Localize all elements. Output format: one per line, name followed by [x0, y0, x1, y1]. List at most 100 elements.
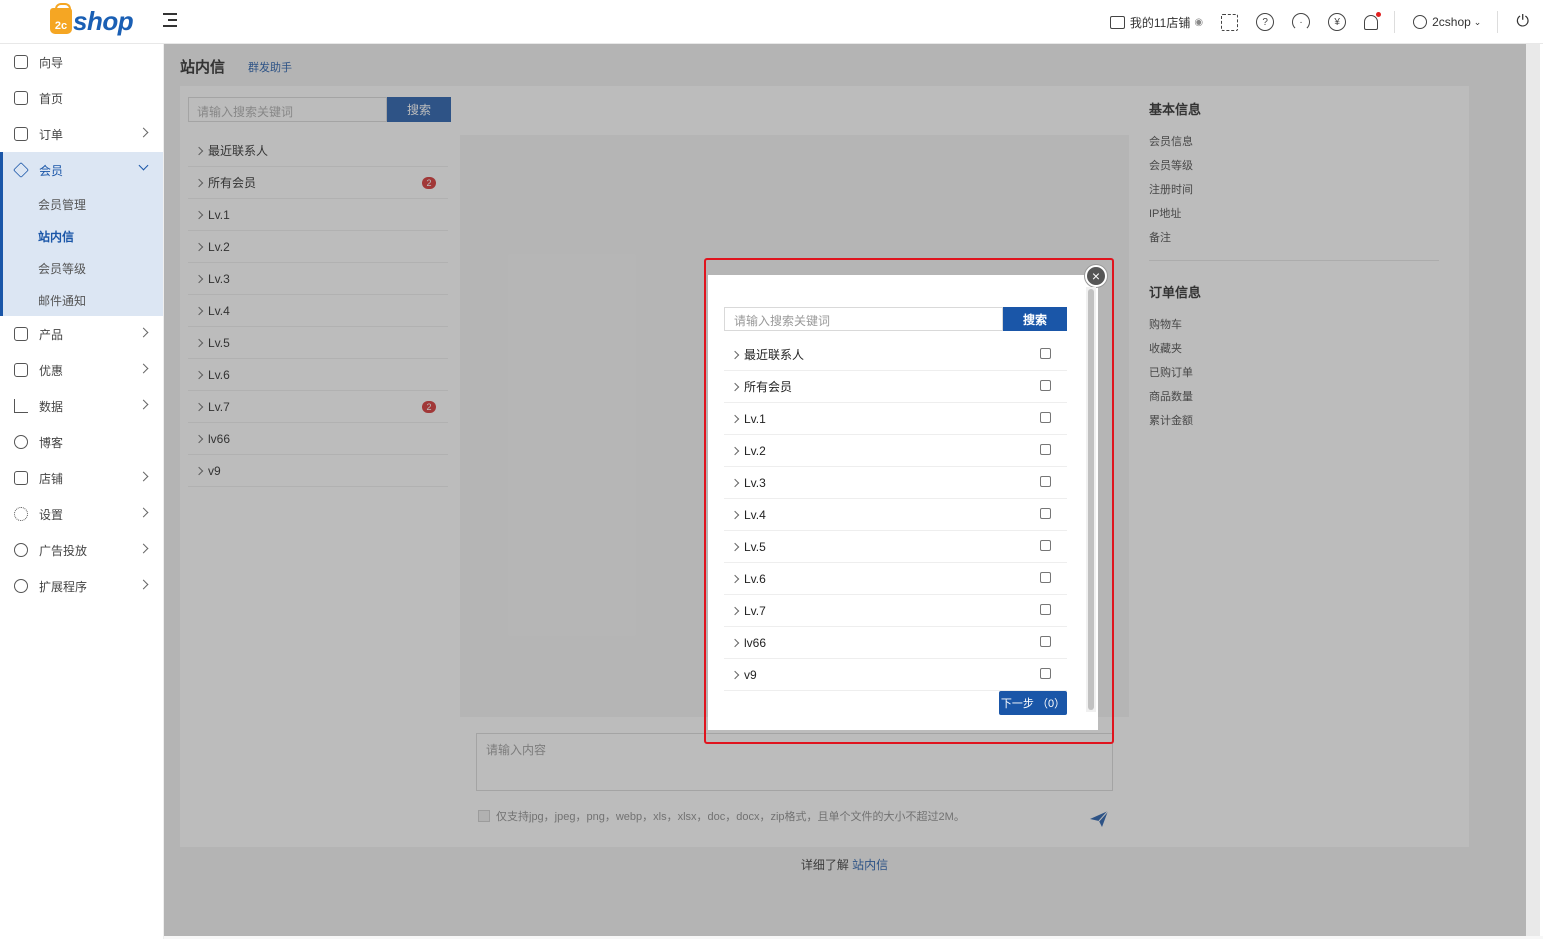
- product-icon: [14, 327, 28, 341]
- select-checkbox[interactable]: [1040, 348, 1051, 359]
- brand-logo[interactable]: 2c shop: [50, 3, 134, 36]
- billing-button[interactable]: ¥: [1328, 13, 1347, 31]
- close-icon[interactable]: ×: [1085, 265, 1107, 287]
- blog-icon: [14, 435, 28, 449]
- modal-group-list: 最近联系人 所有会员 Lv.1 Lv.2 Lv.3 Lv.4 Lv.5 Lv.6…: [724, 339, 1067, 691]
- modal-search: 请输入搜索关键词 搜索: [724, 307, 1067, 331]
- modal-scrollbar[interactable]: [1086, 287, 1096, 712]
- sidebar-item-label: 扩展程序: [39, 579, 88, 594]
- user-menu[interactable]: 2cshop ⌄: [1413, 15, 1481, 29]
- notification-button[interactable]: [1364, 11, 1382, 30]
- chevron-right-icon: [138, 127, 149, 138]
- modal-search-button[interactable]: 搜索: [1003, 307, 1067, 331]
- sidebar-item-home[interactable]: 首页: [0, 80, 163, 116]
- select-checkbox[interactable]: [1040, 668, 1051, 679]
- sidebar-subitem-messages[interactable]: 站内信: [3, 220, 163, 252]
- select-checkbox[interactable]: [1040, 636, 1051, 647]
- page-scrollbar[interactable]: [1526, 44, 1540, 936]
- sidebar-item-settings[interactable]: 设置: [0, 496, 163, 532]
- member-icon: [13, 162, 29, 178]
- bell-icon: [1364, 14, 1379, 30]
- chevron-down-icon: [138, 160, 149, 171]
- select-checkbox[interactable]: [1040, 444, 1051, 455]
- store-switcher[interactable]: 我的11店铺 ◉: [1109, 14, 1204, 31]
- sidebar-item-store[interactable]: 店铺: [0, 460, 163, 496]
- sidebar-item-label: 广告投放: [39, 543, 88, 558]
- logo-bag-icon: 2c: [50, 3, 72, 34]
- ads-icon: [14, 543, 28, 557]
- chevron-right-icon: [730, 638, 740, 647]
- sidebar-item-promotions[interactable]: 优惠: [0, 352, 163, 388]
- sidebar-item-label: 产品: [39, 327, 64, 342]
- list-item[interactable]: Lv.5: [724, 531, 1067, 563]
- sidebar-item-guide[interactable]: 向导: [0, 44, 163, 80]
- select-checkbox[interactable]: [1040, 380, 1051, 391]
- chevron-right-icon: [730, 414, 740, 423]
- list-item[interactable]: Lv.3: [724, 467, 1067, 499]
- chevron-right-icon: [138, 507, 149, 518]
- eye-icon: ◉: [1194, 16, 1204, 28]
- sidebar-item-members[interactable]: 会员: [3, 152, 163, 188]
- sidebar-item-extensions[interactable]: 扩展程序: [0, 568, 163, 604]
- sidebar-subitem-email-notice[interactable]: 邮件通知: [3, 284, 163, 316]
- list-item[interactable]: 最近联系人: [724, 339, 1067, 371]
- qrcode-icon: [1221, 13, 1239, 31]
- select-checkbox[interactable]: [1040, 572, 1051, 583]
- logout-button[interactable]: ⏻: [1516, 13, 1529, 31]
- sidebar-item-label: 首页: [39, 91, 64, 106]
- sidebar-item-blog[interactable]: 博客: [0, 424, 163, 460]
- support-button[interactable]: ·: [1292, 13, 1311, 31]
- chevron-right-icon: [730, 542, 740, 551]
- list-item[interactable]: Lv.4: [724, 499, 1067, 531]
- logo-text: shop: [73, 5, 134, 36]
- sidebar-item-label: 店铺: [39, 471, 64, 486]
- yen-icon: ¥: [1328, 13, 1347, 31]
- chevron-right-icon: [138, 471, 149, 482]
- sidebar-item-label: 数据: [39, 399, 64, 414]
- next-step-button[interactable]: 下一步 （0）: [999, 691, 1067, 715]
- chart-icon: [14, 399, 28, 413]
- list-item[interactable]: v9: [724, 659, 1067, 691]
- sidebar-group-members: 会员 会员管理 站内信 会员等级 邮件通知: [0, 152, 163, 316]
- menu-toggle-icon[interactable]: [163, 12, 179, 28]
- chevron-right-icon: [138, 399, 149, 410]
- sidebar-item-products[interactable]: 产品: [0, 316, 163, 352]
- headset-icon: ·: [1292, 13, 1311, 31]
- list-item[interactable]: lv66: [724, 627, 1067, 659]
- sidebar-subitem-member-management[interactable]: 会员管理: [3, 188, 163, 220]
- sidebar-item-ads[interactable]: 广告投放: [0, 532, 163, 568]
- list-item[interactable]: Lv.6: [724, 563, 1067, 595]
- modal-search-input[interactable]: 请输入搜索关键词: [724, 307, 1003, 331]
- sidebar-item-orders[interactable]: 订单: [0, 116, 163, 152]
- settings-icon: [14, 507, 28, 521]
- select-checkbox[interactable]: [1040, 412, 1051, 423]
- notification-dot: [1376, 11, 1382, 17]
- chevron-right-icon: [730, 350, 740, 359]
- qrcode-button[interactable]: [1221, 13, 1239, 31]
- order-icon: [14, 127, 28, 141]
- chevron-right-icon: [138, 543, 149, 554]
- sidebar-subitem-member-levels[interactable]: 会员等级: [3, 252, 163, 284]
- chevron-right-icon: [138, 363, 149, 374]
- select-checkbox[interactable]: [1040, 508, 1051, 519]
- chevron-right-icon: [138, 579, 149, 590]
- chevron-right-icon: [730, 606, 740, 615]
- select-checkbox[interactable]: [1040, 604, 1051, 615]
- list-item[interactable]: Lv.2: [724, 435, 1067, 467]
- list-item[interactable]: Lv.7: [724, 595, 1067, 627]
- chevron-down-icon: ⌄: [1473, 16, 1482, 27]
- sidebar-item-label: 博客: [39, 435, 64, 450]
- store-icon: [1109, 15, 1125, 29]
- select-checkbox[interactable]: [1040, 476, 1051, 487]
- help-button[interactable]: ?: [1256, 13, 1275, 31]
- select-checkbox[interactable]: [1040, 540, 1051, 551]
- sidebar-item-label: 会员: [39, 163, 64, 178]
- sidebar-item-data[interactable]: 数据: [0, 388, 163, 424]
- list-item[interactable]: 所有会员: [724, 371, 1067, 403]
- list-item[interactable]: Lv.1: [724, 403, 1067, 435]
- sidebar-item-label: 设置: [39, 507, 64, 522]
- chevron-right-icon: [138, 327, 149, 338]
- store-label: 我的11店铺: [1129, 15, 1191, 30]
- top-header: 2c shop 我的11店铺 ◉ ? · ¥ 2cshop ⌄ ⏻: [0, 0, 1543, 44]
- user-icon: [1413, 15, 1428, 29]
